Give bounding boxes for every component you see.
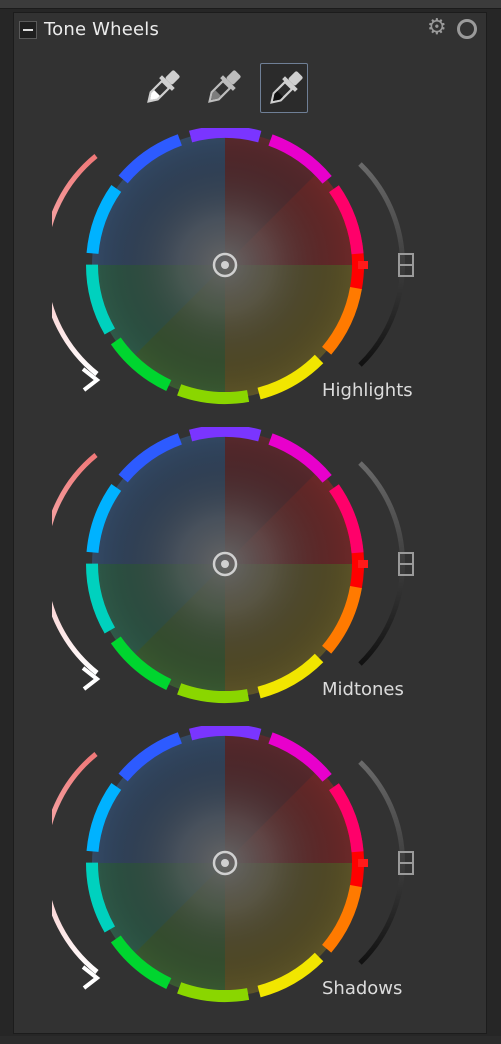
power-ring-icon[interactable] [457, 19, 477, 39]
highlights-label: Highlights [322, 380, 413, 401]
color-wheel-graphic[interactable] [52, 128, 422, 408]
midtone-eyedropper-icon [208, 70, 241, 103]
shadow-eyedropper-button[interactable] [260, 63, 308, 113]
gear-icon[interactable]: ⚙ [427, 17, 447, 39]
bottom-panel-edge [0, 1036, 501, 1044]
collapse-button[interactable] [19, 21, 37, 39]
shadow-eyedropper-icon [270, 71, 303, 104]
midtones-wheel[interactable]: Midtones [52, 427, 422, 707]
shadows-label: Shadows [322, 978, 403, 999]
midtones-label: Midtones [322, 679, 404, 700]
midtone-eyedropper-button[interactable] [199, 63, 247, 113]
shadows-wheel[interactable]: Shadows [52, 726, 422, 1006]
color-wheel-graphic[interactable] [52, 726, 422, 1006]
tone-wheels-panel: Tone Wheels ⚙ Highlights Midtones Shadow… [13, 12, 487, 1034]
highlights-wheel[interactable]: Highlights [52, 128, 422, 408]
highlight-eyedropper-button[interactable] [138, 63, 186, 113]
top-panel-edge [0, 0, 501, 9]
panel-title: Tone Wheels [44, 19, 160, 40]
color-wheel-graphic[interactable] [52, 427, 422, 707]
highlight-eyedropper-icon [147, 70, 180, 103]
